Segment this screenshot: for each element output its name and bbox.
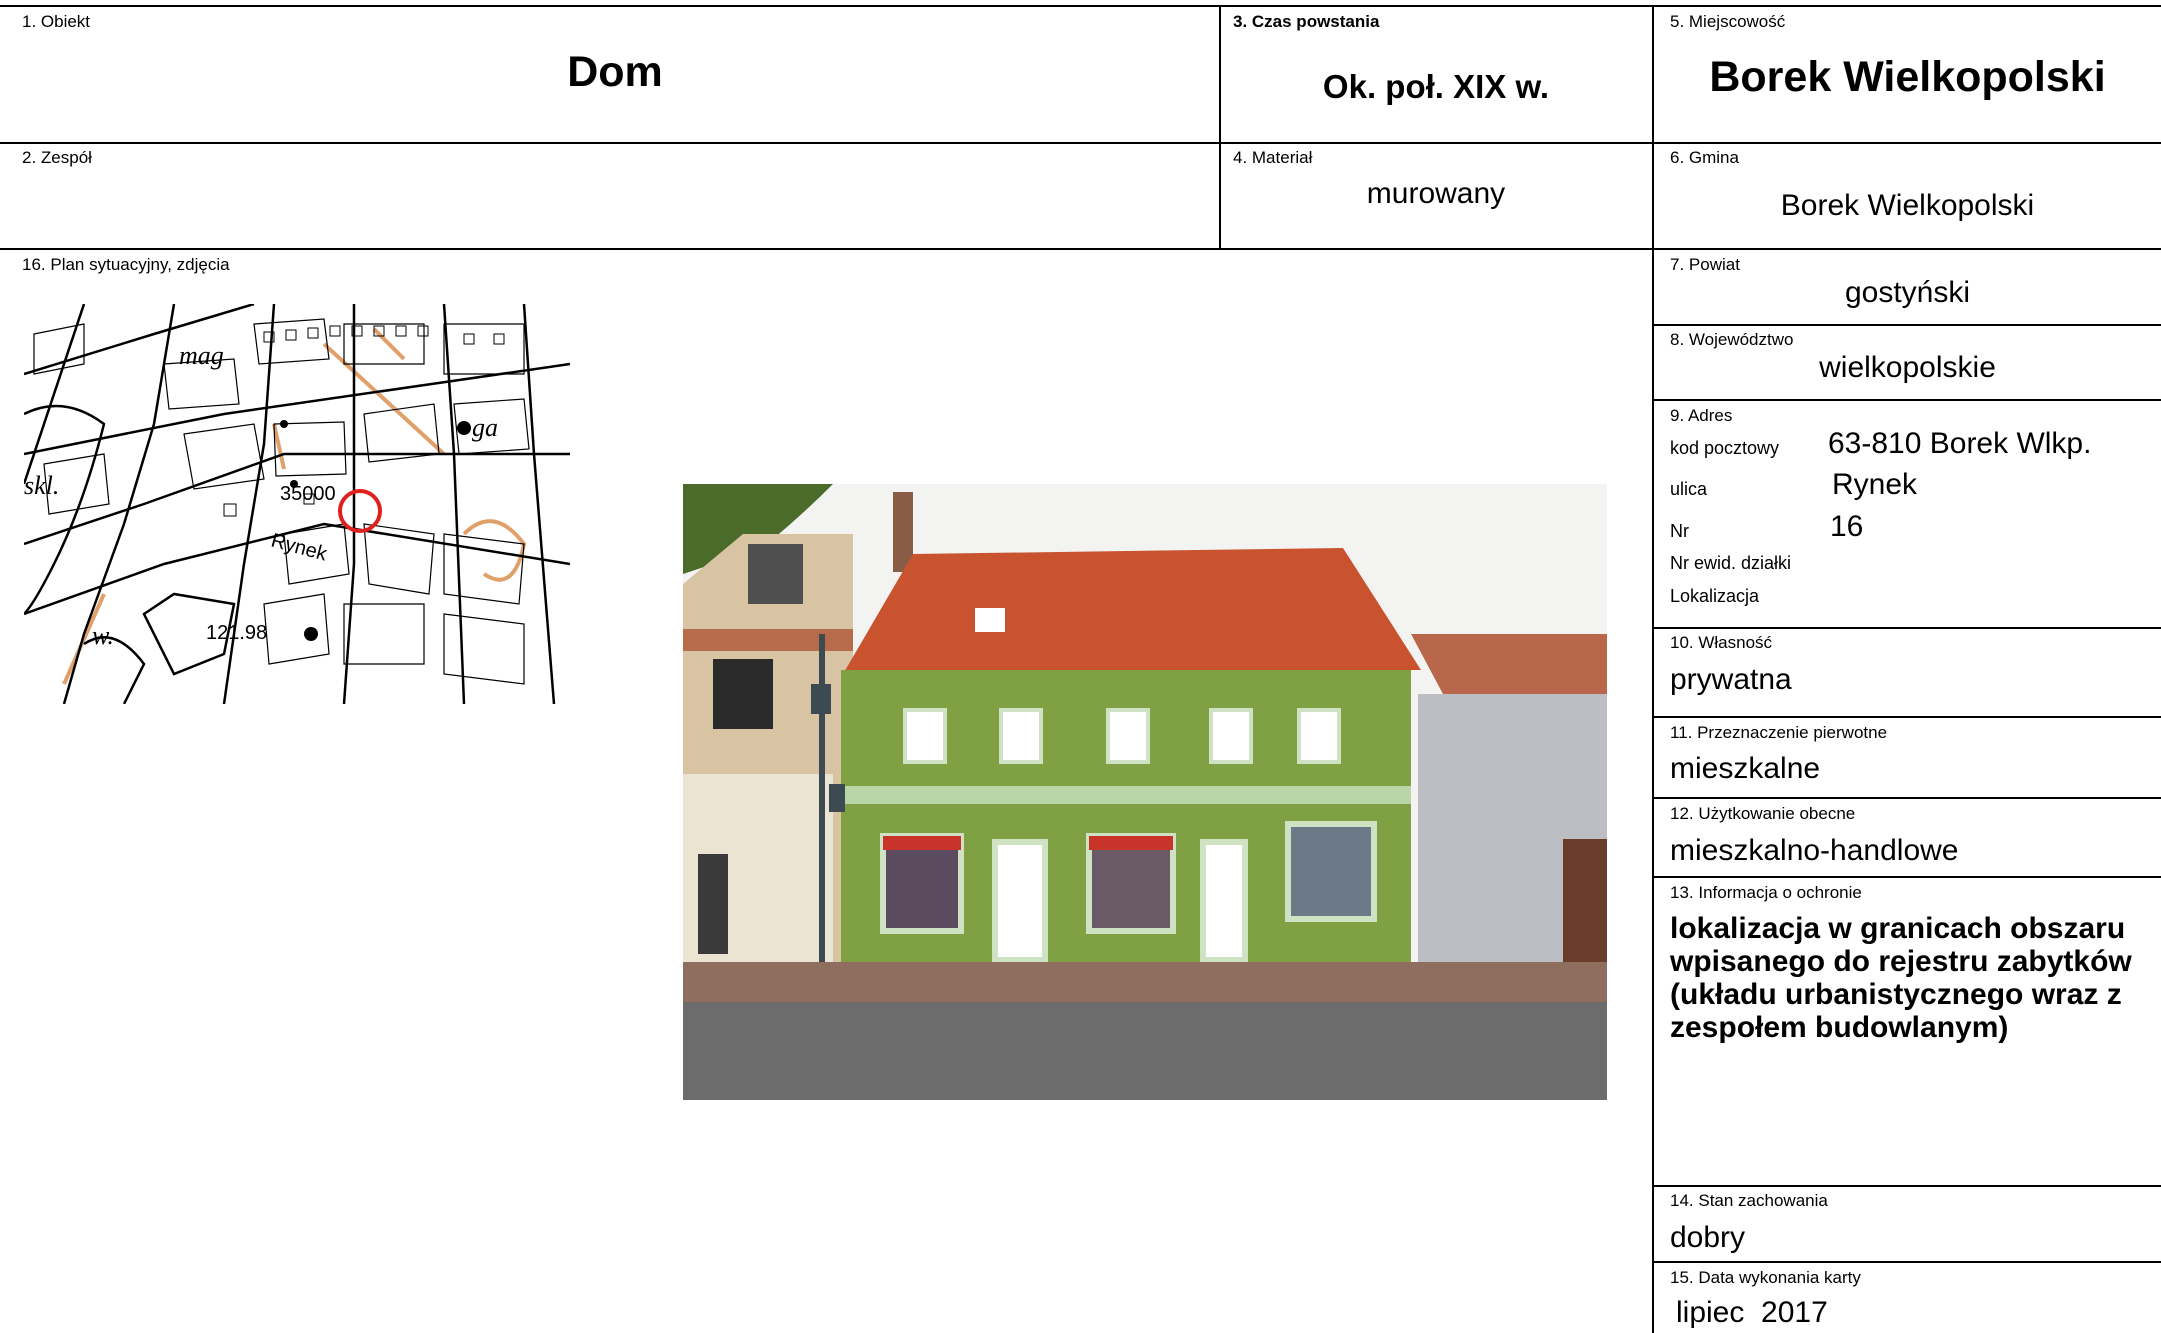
lokalizacja-label: Lokalizacja	[1670, 586, 1760, 606]
r-divider-9-10	[1652, 627, 2161, 629]
dzialka-label: Nr ewid. działki	[1670, 553, 1792, 573]
obiekt-value: Dom	[567, 48, 663, 96]
r-divider-8-9	[1652, 399, 2161, 401]
kod-label: kod pocztowy	[1670, 438, 1780, 458]
czas-label: 3. Czas powstania	[1233, 12, 1380, 31]
row1-divider	[0, 142, 2161, 144]
przeznaczenie-value: mieszkalne	[1670, 752, 1821, 785]
wlasnosc-value: prywatna	[1670, 663, 1792, 696]
ochrona-value: lokalizacja w granicach obszaru wpisaneg…	[1670, 912, 2132, 1044]
row2-divider	[0, 248, 2161, 250]
map-text-w: w.	[92, 621, 114, 650]
map-text-number: 35000	[280, 483, 336, 505]
uzytkowanie-value: mieszkalno-handlowe	[1670, 834, 1959, 867]
miejscowosc-value: Borek Wielkopolski	[1709, 53, 2106, 101]
map-text-ga: ga	[472, 413, 498, 442]
r-divider-11-12	[1652, 797, 2161, 799]
uzytkowanie-label: 12. Użytkowanie obecne	[1670, 804, 1856, 823]
nr-label: Nr	[1670, 521, 1689, 541]
map-text-elevation: 121.98	[206, 622, 267, 644]
plan-label: 16. Plan sytuacyjny, zdjęcia	[22, 255, 230, 274]
ochrona-label: 13. Informacja o ochronie	[1670, 883, 1862, 902]
powiat-value: gostyński	[1844, 276, 1971, 309]
r-divider-12-13	[1652, 876, 2161, 878]
material-label: 4. Materiał	[1233, 148, 1313, 167]
top-border	[0, 5, 2161, 7]
wojewodztwo-label: 8. Województwo	[1670, 330, 1794, 349]
adres-label: 9. Adres	[1670, 406, 1733, 425]
nr-value: 16	[1830, 510, 1864, 543]
wlasnosc-label: 10. Własność	[1670, 633, 1773, 652]
kod-value: 63-810 Borek Wlkp.	[1828, 427, 2092, 460]
przeznaczenie-label: 11. Przeznaczenie pierwotne	[1670, 723, 1888, 742]
wojewodztwo-value: wielkopolskie	[1819, 351, 1996, 384]
material-value: murowany	[1366, 177, 1506, 210]
ulica-label: ulica	[1670, 479, 1708, 499]
data-label: 15. Data wykonania karty	[1670, 1268, 1861, 1287]
gmina-value: Borek Wielkopolski	[1780, 189, 2035, 222]
data-value: lipiec 2017	[1676, 1296, 1828, 1329]
r-divider-14-15	[1652, 1261, 2161, 1263]
czas-value: Ok. poł. XIX w.	[1322, 68, 1550, 105]
col1-divider	[1219, 5, 1221, 250]
r-divider-10-11	[1652, 716, 2161, 718]
miejscowosc-label: 5. Miejscowość	[1670, 12, 1786, 31]
map-text-mag: mag	[179, 341, 224, 370]
building-photo	[683, 484, 1607, 1100]
map-text-skl: skl.	[24, 471, 59, 500]
zespol-label: 2. Zespół	[22, 148, 92, 167]
ulica-value: Rynek	[1832, 468, 1918, 501]
stan-label: 14. Stan zachowania	[1670, 1191, 1828, 1210]
stan-value: dobry	[1670, 1221, 1746, 1254]
r-divider-7-8	[1652, 324, 2161, 326]
obiekt-label: 1. Obiekt	[22, 12, 91, 31]
situational-map: mag ga skl. w. 35000 Rynek 121.98	[24, 304, 570, 704]
powiat-label: 7. Powiat	[1670, 255, 1740, 274]
gmina-label: 6. Gmina	[1670, 148, 1739, 167]
r-divider-13-14	[1652, 1185, 2161, 1187]
